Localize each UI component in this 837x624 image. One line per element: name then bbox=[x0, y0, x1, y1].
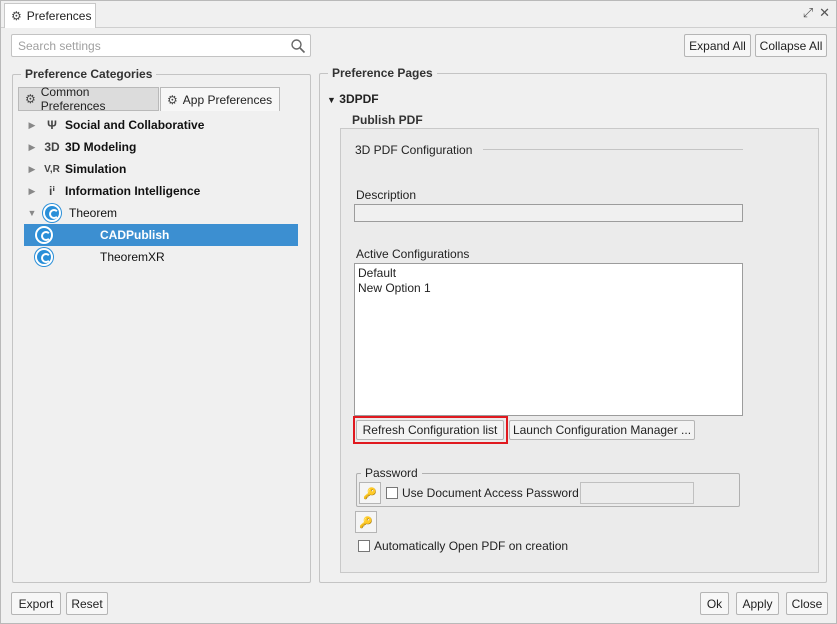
search-input[interactable] bbox=[12, 35, 282, 56]
use-password-label: Use Document Access Password bbox=[402, 486, 579, 500]
highlight-box bbox=[353, 416, 508, 444]
search-icon[interactable] bbox=[290, 38, 306, 54]
tree-item-info-intelligence[interactable]: ▶ iⁱ Information Intelligence bbox=[25, 180, 297, 202]
theorem-icon bbox=[43, 204, 61, 222]
expand-arrow-icon[interactable]: ▶ bbox=[25, 186, 39, 197]
auto-open-label: Automatically Open PDF on creation bbox=[374, 539, 569, 553]
tree-item-cadpublish[interactable]: CADPublish bbox=[24, 224, 298, 246]
category-tabs: ⚙ Common Preferences ⚙ App Preferences bbox=[18, 85, 280, 113]
reset-button[interactable]: Reset bbox=[66, 592, 108, 615]
tab-app-preferences[interactable]: ⚙ App Preferences bbox=[160, 87, 280, 111]
list-item[interactable]: Default bbox=[355, 266, 742, 281]
expand-arrow-icon[interactable]: ▶ bbox=[25, 120, 39, 131]
preference-pages-title: Preference Pages bbox=[328, 66, 437, 80]
expand-arrow-icon[interactable]: ▶ bbox=[25, 164, 39, 175]
theorem-icon-wrap bbox=[39, 204, 65, 222]
tree-item-simulation[interactable]: ▶ V,R Simulation bbox=[25, 158, 297, 180]
active-configs-list[interactable]: Default New Option 1 bbox=[354, 263, 743, 416]
tree-item-theoremxr[interactable]: TheoremXR bbox=[24, 246, 298, 268]
title-bar: ⚙ Preferences ⤢ ✕ bbox=[1, 1, 836, 28]
description-field[interactable] bbox=[354, 204, 743, 222]
expand-all-button[interactable]: Expand All bbox=[684, 34, 751, 57]
theorem-icon bbox=[35, 226, 53, 244]
theorem-icon bbox=[35, 248, 53, 266]
window-title: Preferences bbox=[26, 9, 92, 23]
password-field[interactable] bbox=[580, 482, 694, 504]
apply-button[interactable]: Apply bbox=[736, 592, 779, 615]
collapse-arrow-icon: ▼ bbox=[327, 95, 336, 105]
collab-icon: Ψ bbox=[47, 118, 57, 132]
window-controls: ⤢ ✕ bbox=[803, 5, 830, 21]
export-button[interactable]: Export bbox=[11, 592, 61, 615]
tree-item-social[interactable]: ▶ Ψ Social and Collaborative bbox=[25, 114, 297, 136]
expand-arrow-icon[interactable]: ▶ bbox=[25, 142, 39, 153]
gear-icon: ⚙ bbox=[11, 9, 22, 23]
tree-item-label: Theorem bbox=[69, 206, 118, 220]
section-3dpdf-label: 3DPDF bbox=[339, 92, 379, 106]
ok-button[interactable]: Ok bbox=[700, 592, 729, 615]
info-intel-icon: iⁱ bbox=[49, 184, 55, 198]
tree-item-theorem[interactable]: ▼ Theorem bbox=[25, 202, 297, 224]
tree-item-3d-modeling[interactable]: ▶ 3D 3D Modeling bbox=[25, 136, 297, 158]
maximize-icon[interactable]: ⤢ bbox=[803, 5, 813, 21]
tree-item-label: Social and Collaborative bbox=[65, 118, 205, 132]
tree-item-label: CADPublish bbox=[100, 228, 170, 242]
collapse-all-button[interactable]: Collapse All bbox=[755, 34, 827, 57]
auto-open-row[interactable]: Automatically Open PDF on creation bbox=[358, 539, 568, 553]
simulation-icon: V,R bbox=[44, 163, 60, 175]
config-heading: 3D PDF Configuration bbox=[355, 143, 473, 157]
active-configs-label: Active Configurations bbox=[356, 247, 470, 261]
search-box bbox=[11, 34, 311, 57]
theorem-icon-wrap bbox=[24, 248, 64, 266]
description-label: Description bbox=[356, 188, 417, 202]
gear-icon: ⚙ bbox=[25, 92, 36, 106]
close-button[interactable]: Close bbox=[786, 592, 828, 615]
launch-config-manager-button[interactable]: Launch Configuration Manager ... bbox=[509, 420, 695, 440]
collapse-arrow-icon[interactable]: ▼ bbox=[25, 208, 39, 218]
key-icon[interactable]: 🔑 bbox=[359, 482, 381, 504]
tab-label: App Preferences bbox=[182, 92, 273, 107]
use-password-row[interactable]: Use Document Access Password bbox=[386, 486, 579, 500]
tree-item-label: Information Intelligence bbox=[65, 184, 201, 198]
preferences-window: ⚙ Preferences ⤢ ✕ Expand All Collapse Al… bbox=[0, 0, 837, 624]
window-tab[interactable]: ⚙ Preferences bbox=[4, 3, 96, 28]
tree-item-label: 3D Modeling bbox=[65, 140, 137, 154]
password-group-title: Password bbox=[361, 466, 422, 480]
use-password-checkbox[interactable] bbox=[386, 487, 398, 499]
list-item[interactable]: New Option 1 bbox=[355, 281, 742, 296]
tree-item-label: TheoremXR bbox=[100, 250, 165, 264]
publish-pdf-title: Publish PDF bbox=[347, 113, 428, 127]
3d-icon: 3D bbox=[44, 140, 60, 154]
theorem-icon-wrap bbox=[24, 226, 64, 244]
tree-item-label: Simulation bbox=[65, 162, 127, 176]
section-3dpdf[interactable]: ▼ 3DPDF bbox=[327, 92, 379, 106]
close-icon[interactable]: ✕ bbox=[819, 5, 830, 21]
tab-common-preferences[interactable]: ⚙ Common Preferences bbox=[18, 85, 159, 113]
key-icon[interactable]: 🔑 bbox=[355, 511, 377, 533]
divider bbox=[483, 149, 743, 150]
auto-open-checkbox[interactable] bbox=[358, 540, 370, 552]
tab-label: Common Preferences bbox=[40, 85, 106, 113]
preference-categories-title: Preference Categories bbox=[21, 67, 157, 81]
gear-icon: ⚙ bbox=[167, 92, 178, 107]
